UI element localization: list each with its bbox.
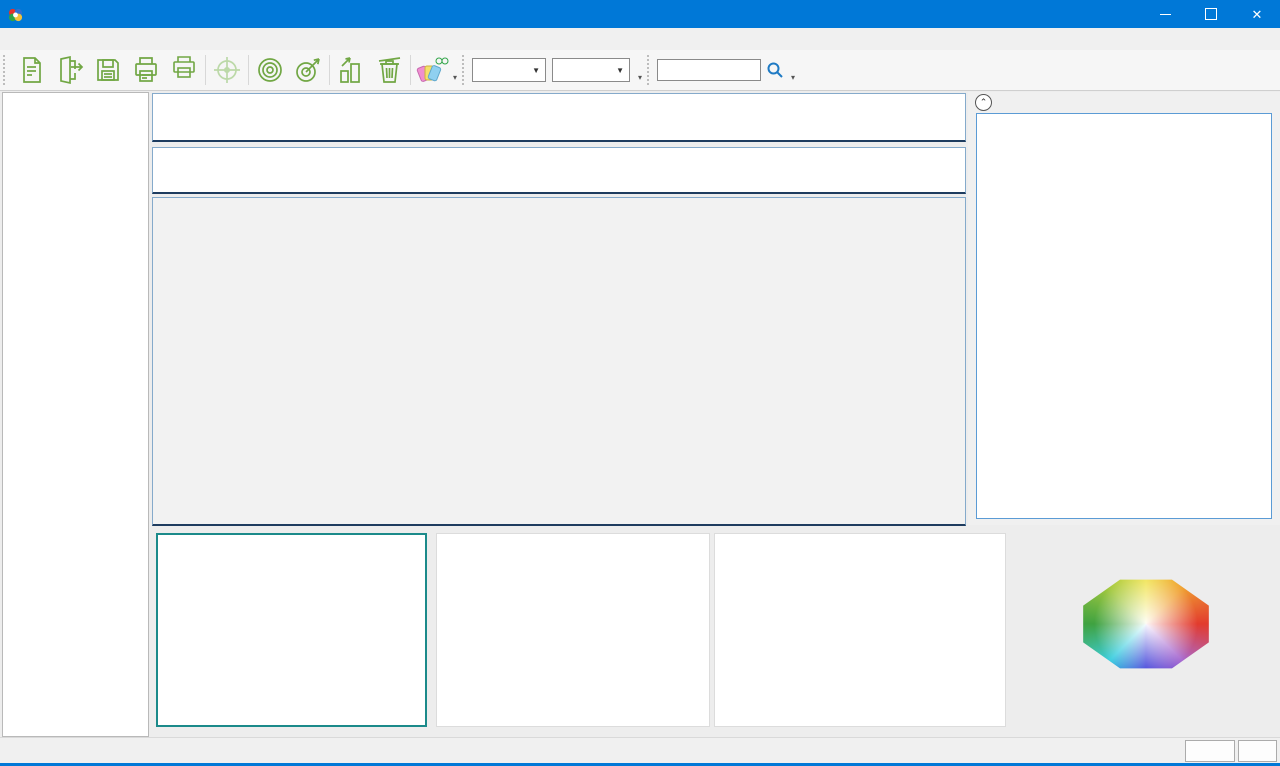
maximize-button[interactable]	[1188, 0, 1234, 28]
app-window: ✕	[0, 0, 1280, 766]
minimize-button[interactable]	[1142, 0, 1188, 28]
export-button[interactable]	[51, 52, 89, 88]
sci-sce-select[interactable]: ▼	[472, 58, 546, 82]
sample-tree	[2, 92, 149, 737]
cielab-card	[976, 113, 1272, 519]
print-word-button[interactable]	[165, 52, 203, 88]
tolerance-panel	[152, 93, 966, 142]
deltae-trend-chart-panel[interactable]	[436, 533, 710, 727]
toolbar-overflow-icon[interactable]: ▾	[791, 73, 795, 82]
collapse-panel-icon[interactable]: ⌃	[975, 94, 992, 111]
delete-button[interactable]	[370, 52, 408, 88]
standard-panel	[152, 147, 966, 194]
color-fan-icon	[415, 54, 449, 86]
chevron-down-icon: ▼	[532, 66, 540, 75]
search-button[interactable]	[761, 52, 789, 88]
print-word-icon	[168, 54, 200, 86]
status-extra-button[interactable]	[1238, 740, 1277, 762]
save-button[interactable]	[89, 52, 127, 88]
calibrate-button[interactable]	[208, 52, 246, 88]
toolbar-grip[interactable]	[462, 55, 468, 85]
illuminant-select[interactable]: ▼	[552, 58, 630, 82]
export-icon	[55, 55, 85, 85]
toolbar-separator	[248, 55, 249, 85]
save-icon	[93, 55, 123, 85]
status-bar	[0, 737, 1280, 764]
scatter-chart-panel[interactable]	[156, 533, 427, 727]
auto-mode-button[interactable]	[1185, 740, 1235, 762]
print-button[interactable]	[127, 52, 165, 88]
color-card-search-button[interactable]	[413, 52, 451, 88]
chevron-down-icon: ▼	[616, 66, 624, 75]
report-chart-button[interactable]	[332, 52, 370, 88]
measure-standard-button[interactable]	[251, 52, 289, 88]
toolbar-separator	[329, 55, 330, 85]
print-icon	[131, 55, 161, 85]
bar-chart-icon	[336, 55, 366, 85]
trash-icon	[374, 55, 404, 85]
reflectance-chart-panel[interactable]	[714, 533, 1006, 727]
toolbar-overflow-icon[interactable]: ▾	[638, 73, 642, 82]
toolbar-overflow-icon[interactable]: ▾	[453, 73, 457, 82]
color-difference-panel: ⌃	[968, 92, 1280, 525]
toolbar: ▾ ▼ ▼ ▾ ▾	[0, 50, 1280, 91]
new-document-button[interactable]	[13, 52, 51, 88]
toolbar-separator	[205, 55, 206, 85]
search-input[interactable]	[657, 59, 761, 81]
app-logo-icon	[8, 7, 23, 22]
search-icon	[766, 61, 784, 79]
dart-target-icon	[293, 55, 323, 85]
title-bar: ✕	[0, 0, 1280, 28]
samples-panel	[152, 197, 966, 526]
gamut-octagon	[1078, 576, 1214, 672]
calibrate-target-icon	[212, 55, 242, 85]
color-gamut-chart-panel[interactable]	[1008, 531, 1278, 730]
toolbar-grip[interactable]	[3, 55, 9, 85]
menu-bar	[0, 28, 1280, 51]
toolbar-grip[interactable]	[647, 55, 653, 85]
toolbar-separator	[410, 55, 411, 85]
measure-sample-button[interactable]	[289, 52, 327, 88]
new-document-icon	[17, 55, 47, 85]
close-button[interactable]: ✕	[1234, 0, 1280, 28]
concentric-circles-icon	[255, 55, 285, 85]
